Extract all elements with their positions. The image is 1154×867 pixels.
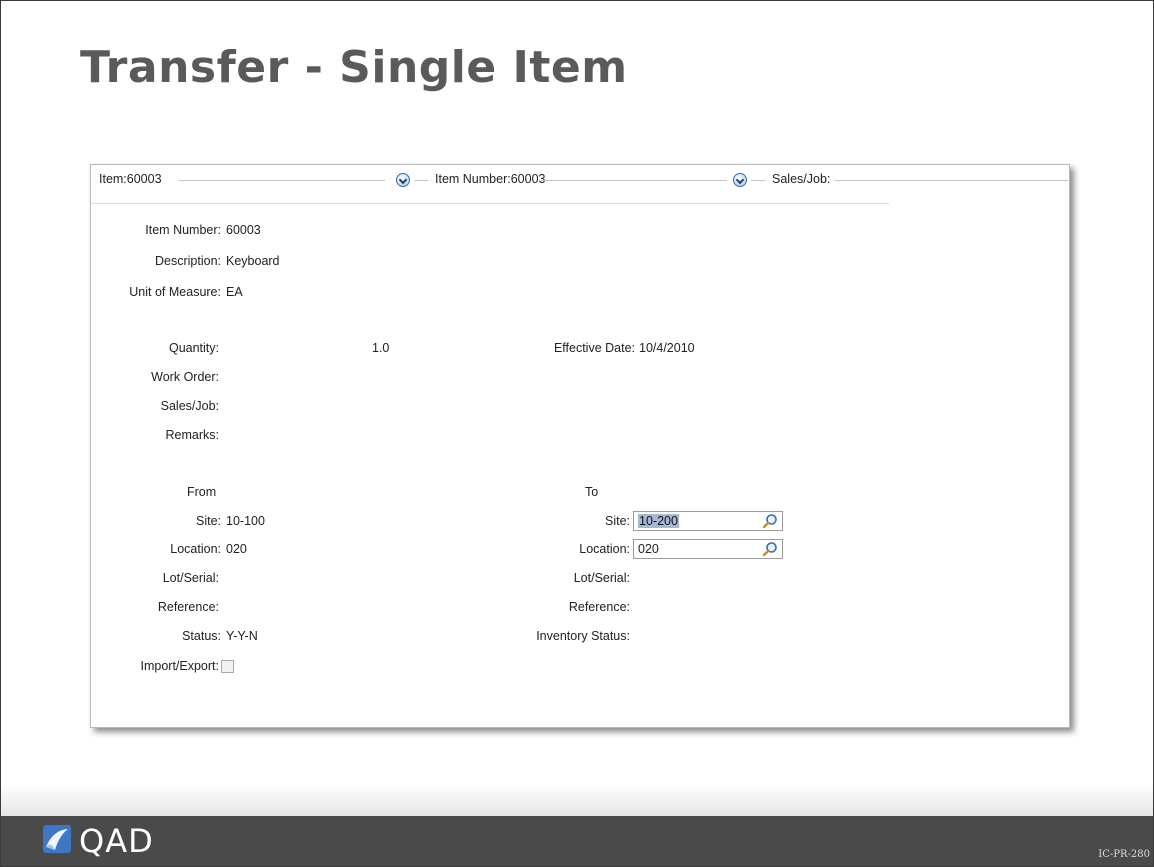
from-location-value: 020 — [226, 542, 247, 556]
import-export-label: Import/Export: — [140, 659, 220, 673]
item-number-label: Item Number: — [145, 223, 221, 237]
from-location-label: Location: — [170, 542, 221, 556]
unit-of-measure-label: Unit of Measure: — [129, 285, 221, 299]
to-site-input-value: 10-200 — [638, 514, 679, 528]
header-divider — [835, 180, 1068, 181]
to-location-input[interactable]: 020 — [633, 539, 783, 559]
header-item-number: Item Number:60003 — [435, 172, 546, 186]
qad-logo-text: QAD — [79, 822, 154, 860]
slide-title: Transfer - Single Item — [80, 42, 628, 93]
header-item: Item:60003 — [99, 172, 162, 186]
import-export-checkbox[interactable] — [221, 660, 234, 673]
search-icon[interactable] — [762, 541, 778, 557]
item-number-value: 60003 — [226, 223, 261, 237]
transfer-form-panel: Item:60003 Item Number:60003 Sales/Job: … — [90, 164, 1070, 728]
to-site-input[interactable]: 10-200 — [633, 511, 783, 531]
from-heading: From — [187, 485, 217, 499]
effective-date-value: 10/4/2010 — [639, 341, 695, 355]
to-location-input-value: 020 — [638, 542, 659, 556]
header-divider — [541, 180, 727, 181]
quantity-value: 1.0 — [372, 341, 390, 355]
unit-of-measure-value: EA — [226, 285, 243, 299]
to-lot-serial-label: Lot/Serial: — [573, 571, 630, 585]
from-site-value: 10-100 — [226, 514, 265, 528]
from-lot-serial-label: Lot/Serial: — [162, 571, 219, 585]
sales-job-label: Sales/Job: — [160, 399, 219, 413]
from-site-label: Site: — [195, 514, 221, 528]
effective-date-label: Effective Date: — [553, 341, 635, 355]
section-divider — [91, 203, 889, 204]
inventory-status-label: Inventory Status: — [536, 629, 630, 643]
status-label: Status: — [182, 629, 221, 643]
document-code: IC-PR-280 — [1098, 849, 1150, 860]
status-value: Y-Y-N — [226, 629, 258, 643]
remarks-label: Remarks: — [165, 428, 219, 442]
description-label: Description: — [155, 254, 221, 268]
from-reference-label: Reference: — [157, 600, 219, 614]
qad-logo-icon — [43, 825, 71, 853]
quantity-label: Quantity: — [168, 341, 219, 355]
header-sales-job: Sales/Job: — [772, 172, 831, 186]
description-value: Keyboard — [226, 254, 280, 268]
to-reference-label: Reference: — [568, 600, 630, 614]
header-divider — [179, 180, 385, 181]
footer-gradient-strip — [1, 783, 1153, 816]
item-dropdown-chevron-down-icon[interactable] — [396, 173, 410, 187]
header-divider — [414, 180, 428, 181]
item-number-dropdown-chevron-down-icon[interactable] — [733, 173, 747, 187]
to-site-label: Site: — [604, 514, 630, 528]
to-heading: To — [585, 485, 599, 499]
footer-bar — [1, 816, 1153, 866]
search-icon[interactable] — [762, 513, 778, 529]
to-location-label: Location: — [579, 542, 630, 556]
work-order-label: Work Order: — [151, 370, 219, 384]
header-divider — [751, 180, 765, 181]
